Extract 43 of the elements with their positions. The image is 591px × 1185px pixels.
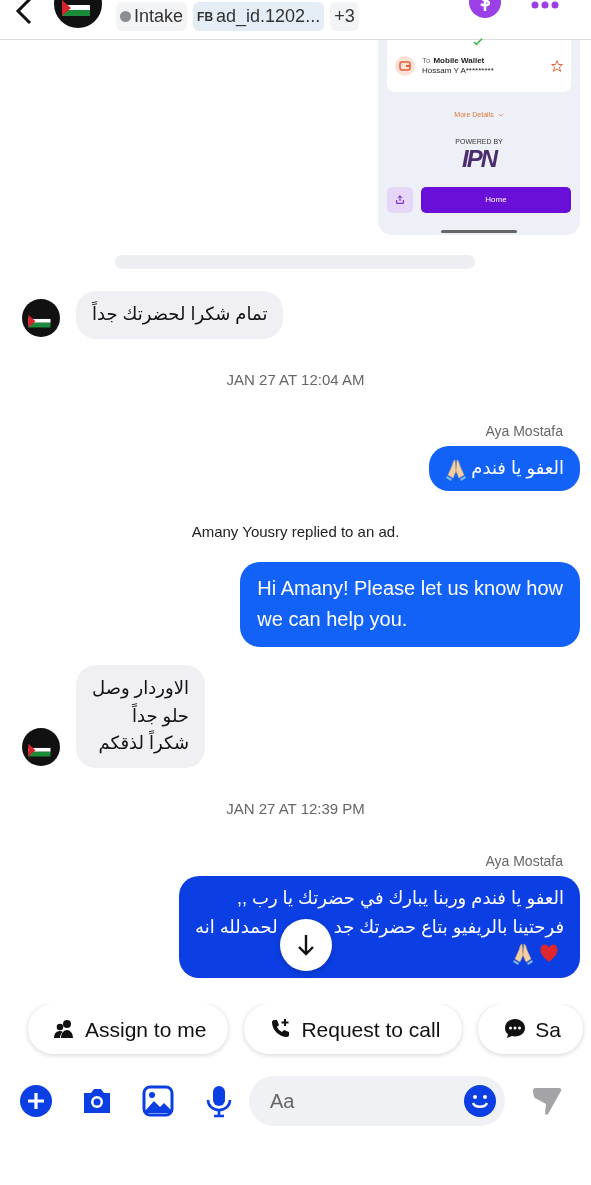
source-label: FB	[197, 8, 214, 26]
people-icon	[54, 1018, 76, 1041]
image-icon[interactable]	[141, 1084, 175, 1119]
avatar-icon	[22, 298, 60, 337]
share-icon	[395, 195, 405, 205]
emoji-icon[interactable]	[464, 1085, 496, 1118]
tag-label: ad_id.1202...	[216, 5, 321, 29]
check-icon	[473, 38, 483, 46]
sender-name: Aya Mostafa	[485, 852, 563, 869]
share-button[interactable]	[387, 187, 413, 213]
back-icon[interactable]	[14, 0, 34, 26]
assign-button[interactable]: Assign to me	[28, 1004, 229, 1055]
message-text: العفو يا فندم وربنا يبارك في حضرتك يا رب ,,	[236, 886, 564, 911]
tag-label: Intake	[134, 5, 184, 28]
message-text: العفو يا فندم	[471, 457, 564, 481]
more-tags-button[interactable]: +3	[330, 2, 359, 31]
wallet-type: Mobile Wallet	[433, 56, 485, 66]
message-text: Hi Amany! Please let us know how	[257, 575, 563, 601]
add-icon[interactable]	[19, 1084, 53, 1119]
star-icon[interactable]	[551, 60, 563, 72]
wallet-icon	[395, 56, 415, 76]
message-bubble: تمام شكرا لحضرتك جداً	[76, 291, 284, 339]
sender-name: Aya Mostafa	[485, 423, 563, 440]
message-text: فرحتينا بالريفيو بتاع حضرتك جد	[333, 915, 564, 940]
avatar-icon	[22, 728, 60, 767]
more-icon[interactable]	[531, 1, 559, 9]
status-dot	[120, 11, 131, 22]
timestamp: JAN 27 AT 12:04 AM	[226, 370, 365, 388]
home-button[interactable]: Home	[421, 187, 571, 213]
scroll-down-button[interactable]	[279, 919, 332, 972]
logo: IPN	[461, 147, 498, 171]
message-input[interactable]: Aa	[249, 1076, 505, 1127]
to-label: To	[422, 56, 431, 66]
timestamp: JAN 27 AT 12:39 PM	[226, 800, 365, 818]
arrow-down-icon	[295, 933, 316, 958]
system-message: Amany Yousry replied to an ad.	[191, 523, 400, 541]
recipient-name: Hossam Y A*********	[422, 66, 495, 76]
message-bubble: الاوردار وصل حلو جداً شكراً لذقكم	[76, 664, 205, 769]
quick-reply-button[interactable]: Sa	[478, 1004, 583, 1055]
call-request-button[interactable]: Request to call	[244, 1004, 463, 1055]
message-text: لحمدلله انه	[195, 915, 278, 939]
message-text: we can help you.	[257, 606, 408, 632]
chat-icon	[504, 1018, 527, 1041]
